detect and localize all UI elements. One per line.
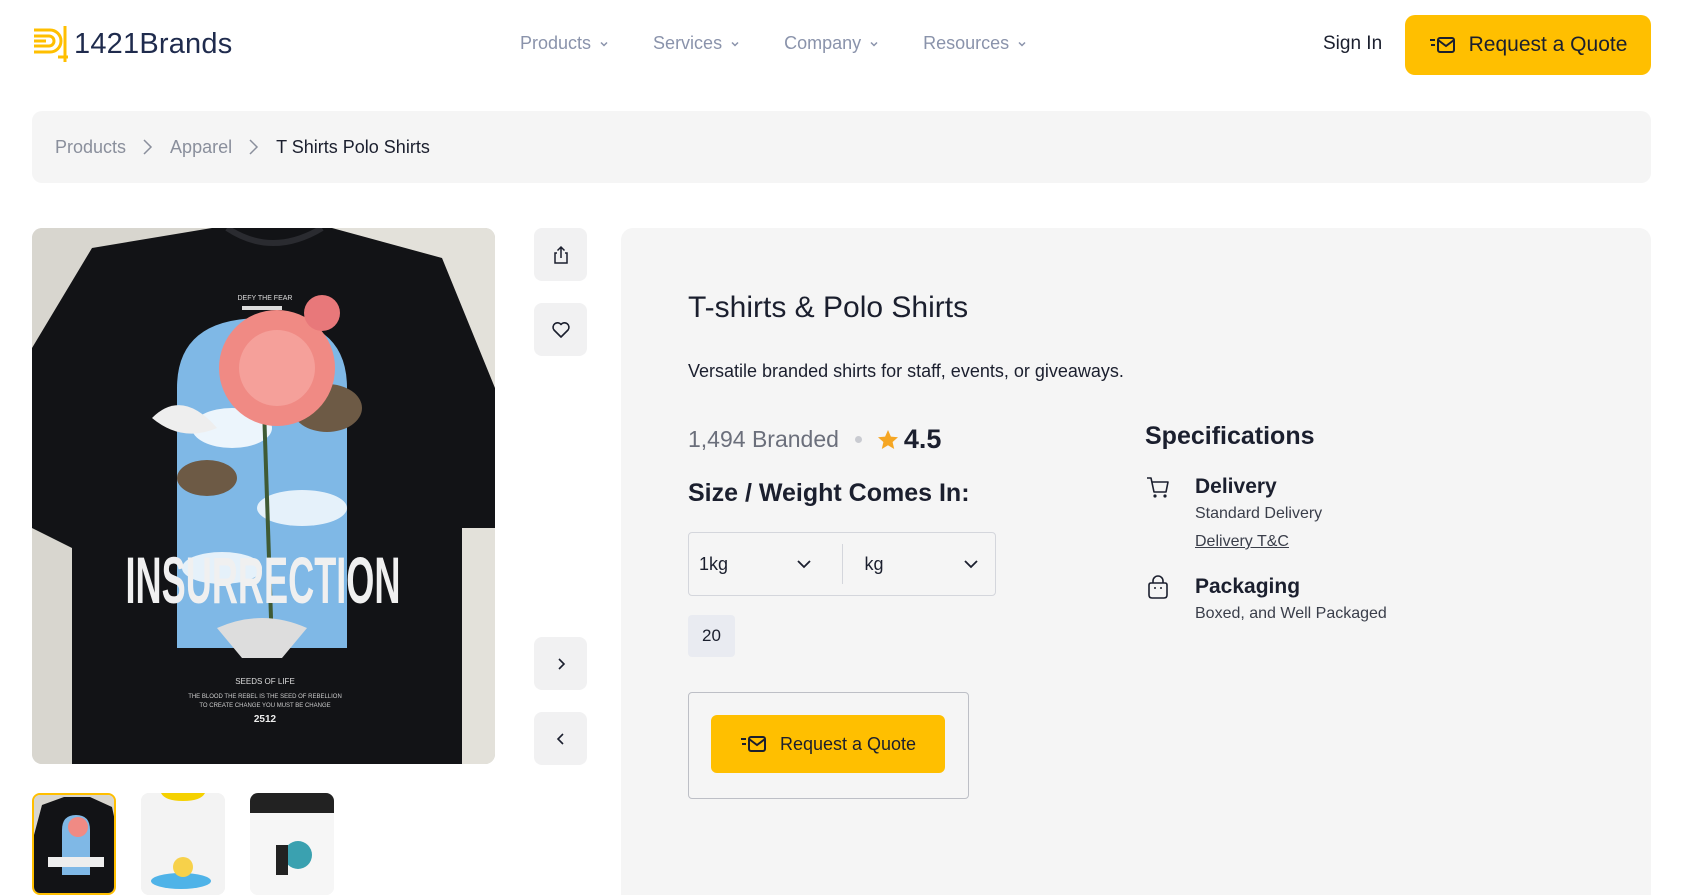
- breadcrumb-current: T Shirts Polo Shirts: [276, 136, 430, 157]
- unit-select-value: kg: [864, 553, 884, 574]
- size-heading: Size / Weight Comes In:: [688, 479, 970, 507]
- bag-icon: [1148, 575, 1168, 599]
- branded-count: 1,494 Branded: [688, 426, 839, 452]
- shirt-number-text: 2512: [254, 714, 277, 725]
- spec-delivery-title: Delivery: [1195, 475, 1277, 498]
- thumbnail-image: [250, 793, 334, 895]
- thumbnail-1[interactable]: [32, 793, 116, 895]
- mail-send-icon: [740, 736, 766, 752]
- size-select-value: 1kg: [699, 553, 729, 574]
- separator-dot: [854, 436, 862, 443]
- unit-select[interactable]: kg: [841, 544, 996, 584]
- size-select[interactable]: 1kg: [689, 533, 842, 595]
- shirt-line2-text: TO CREATE CHANGE YOU MUST BE CHANGE: [199, 703, 330, 709]
- request-quote-label: Request a Quote: [1468, 33, 1628, 56]
- shirt-line1-text: THE BLOOD THE REBEL IS THE SEED OF REBEL…: [188, 694, 342, 700]
- chevron-down-icon: [731, 41, 739, 47]
- nav-label: Products: [520, 33, 592, 53]
- delivery-terms-link[interactable]: Delivery T&C: [1195, 533, 1289, 551]
- nav-item-company[interactable]: Company: [784, 33, 879, 54]
- spec-packaging-title: Packaging: [1195, 575, 1301, 598]
- chevron-right-icon: [143, 139, 153, 155]
- previous-image-button[interactable]: [534, 712, 587, 765]
- quote-box: Request a Quote: [688, 692, 969, 799]
- product-meta: 1,494 Branded 4.5: [688, 424, 941, 455]
- size-selectors: 1kg kg: [688, 532, 996, 596]
- cart-icon: [1147, 477, 1169, 498]
- favorite-button[interactable]: [534, 303, 587, 356]
- mail-send-icon: [1429, 37, 1455, 53]
- nav-label: Company: [784, 33, 862, 53]
- nav-item-services[interactable]: Services: [653, 33, 740, 54]
- logo-icon: [34, 26, 68, 62]
- breadcrumb-products[interactable]: Products: [55, 137, 126, 158]
- chevron-down-icon: [1018, 41, 1026, 47]
- chevron-right-icon: [249, 139, 259, 155]
- share-icon: [553, 245, 568, 264]
- chevron-left-icon: [556, 732, 564, 745]
- next-image-button[interactable]: [534, 637, 587, 690]
- logo[interactable]: 1421Brands: [32, 24, 232, 64]
- request-quote-button[interactable]: Request a Quote: [711, 715, 945, 773]
- product-rating: 4.5: [903, 424, 942, 454]
- spec-packaging-subtitle: Boxed, and Well Packaged: [1195, 605, 1387, 622]
- chevron-down-icon: [870, 41, 878, 47]
- thumbnail-2[interactable]: [141, 793, 225, 895]
- request-quote-label: Request a Quote: [779, 733, 917, 754]
- main-nav: Products Services Company Resources: [520, 33, 1071, 54]
- chevron-right-icon: [557, 657, 565, 670]
- product-title: T-shirts & Polo Shirts: [688, 291, 969, 324]
- specifications-heading: Specifications: [1145, 422, 1315, 450]
- logo-text: 1421Brands: [74, 27, 233, 60]
- shirt-sub-text: SEEDS OF LIFE: [235, 677, 295, 686]
- share-button[interactable]: [534, 228, 587, 281]
- product-description: Versatile branded shirts for staff, even…: [688, 361, 1124, 381]
- nav-item-products[interactable]: Products: [520, 33, 609, 54]
- chevron-down-icon: [964, 560, 978, 569]
- shirt-top-text: DEFY THE FEAR: [238, 295, 293, 302]
- chevron-down-icon: [796, 560, 811, 569]
- product-details-panel: T-shirts & Polo Shirts Versatile branded…: [621, 228, 1651, 895]
- breadcrumb-apparel[interactable]: Apparel: [170, 137, 232, 158]
- nav-label: Services: [653, 33, 723, 53]
- nav-label: Resources: [923, 33, 1010, 53]
- tshirt-image: DEFY THE FEAR INSURRECTION SEEDS OF LIFE…: [32, 228, 495, 764]
- thumbnail-3[interactable]: [250, 793, 334, 895]
- spec-delivery-subtitle: Standard Delivery: [1195, 505, 1323, 522]
- chevron-down-icon: [600, 41, 608, 47]
- request-quote-button-header[interactable]: Request a Quote: [1405, 15, 1651, 75]
- nav-item-resources[interactable]: Resources: [923, 33, 1027, 54]
- shirt-main-text: INSURRECTION: [126, 543, 401, 617]
- site-header: 1421Brands Products Services Company Res…: [0, 0, 1685, 90]
- breadcrumb: Products Apparel T Shirts Polo Shirts: [32, 111, 1651, 183]
- thumbnail-image: [141, 793, 225, 895]
- product-main-image[interactable]: DEFY THE FEAR INSURRECTION SEEDS OF LIFE…: [32, 228, 495, 764]
- thumbnail-image: [34, 795, 114, 893]
- sign-in-link[interactable]: Sign In: [1323, 33, 1382, 55]
- quantity-chip[interactable]: 20: [688, 615, 735, 657]
- star-icon: [877, 429, 898, 449]
- heart-icon: [551, 321, 570, 338]
